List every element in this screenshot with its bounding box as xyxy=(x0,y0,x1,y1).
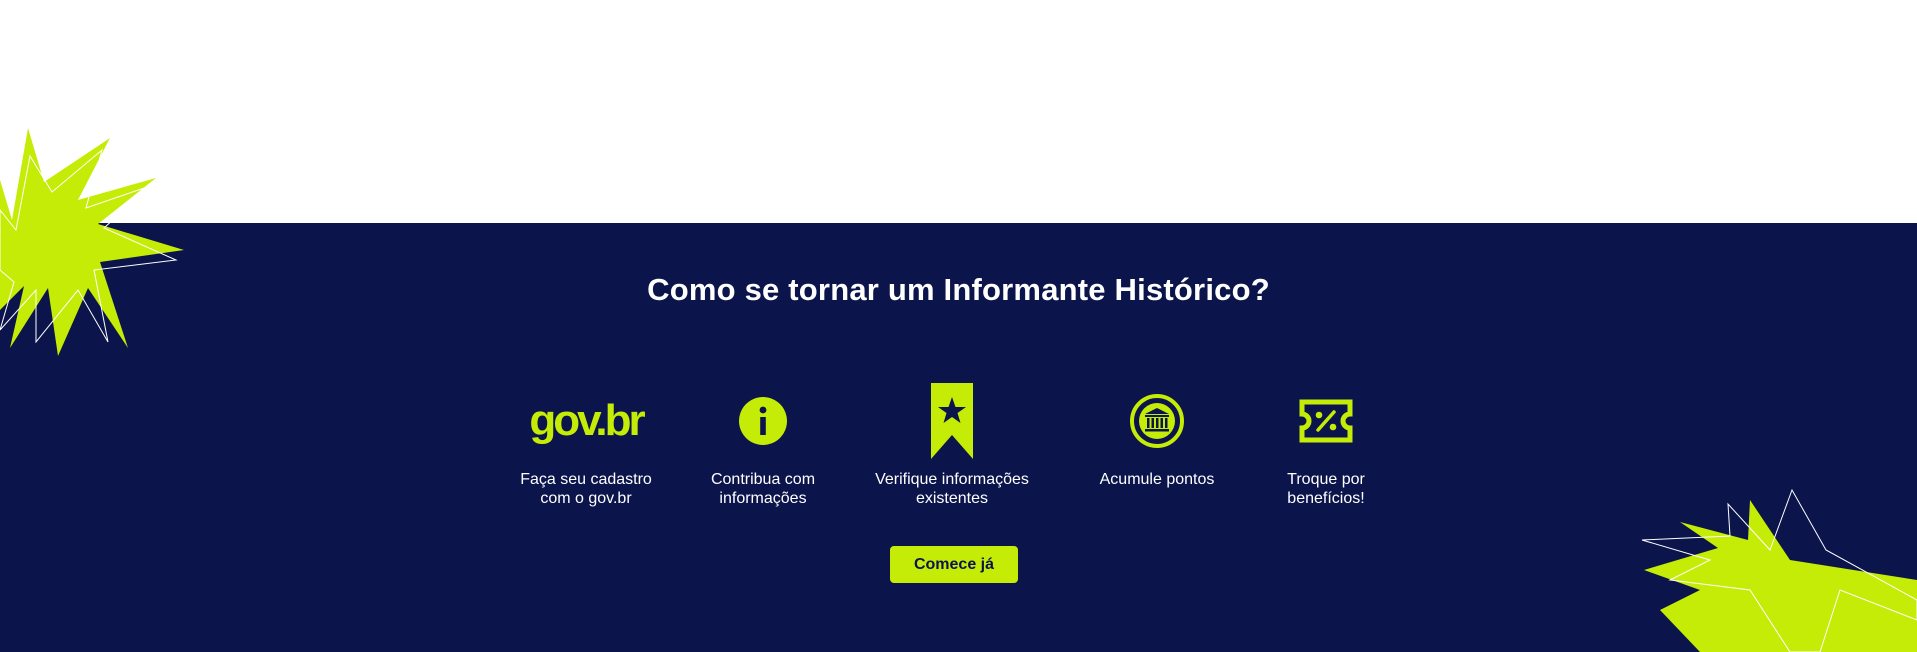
step-exchange: Troque por benefícios! xyxy=(1226,380,1426,508)
govbr-logo: gov.br xyxy=(486,380,686,462)
step-register: gov.br Faça seu cadastro com o gov.br xyxy=(486,380,686,508)
decorative-starburst-left xyxy=(0,128,184,356)
step-label-register: Faça seu cadastro com o gov.br xyxy=(520,471,652,507)
info-icon xyxy=(739,397,787,445)
step-label-exchange: Troque por benefícios! xyxy=(1287,471,1365,507)
step-label-verify: Verifique informações existentes xyxy=(875,471,1029,507)
step-label-contribute: Contribua com informações xyxy=(710,471,816,507)
discount-ticket-icon xyxy=(1299,399,1353,443)
bookmark-star-icon xyxy=(931,383,973,459)
steps-list: gov.br Faça seu cadastro com o gov.br Co… xyxy=(0,380,1917,520)
govbr-logo-text: gov.br xyxy=(529,396,645,445)
top-blank-area xyxy=(0,0,1917,223)
step-verify: Verifique informações existentes xyxy=(852,380,1052,508)
section-title: Como se tornar um Informante Histórico? xyxy=(647,272,1270,307)
start-now-button[interactable]: Comece já xyxy=(890,546,1018,583)
step-contribute: Contribua com informações xyxy=(663,380,863,508)
museum-badge-icon xyxy=(1130,394,1184,448)
